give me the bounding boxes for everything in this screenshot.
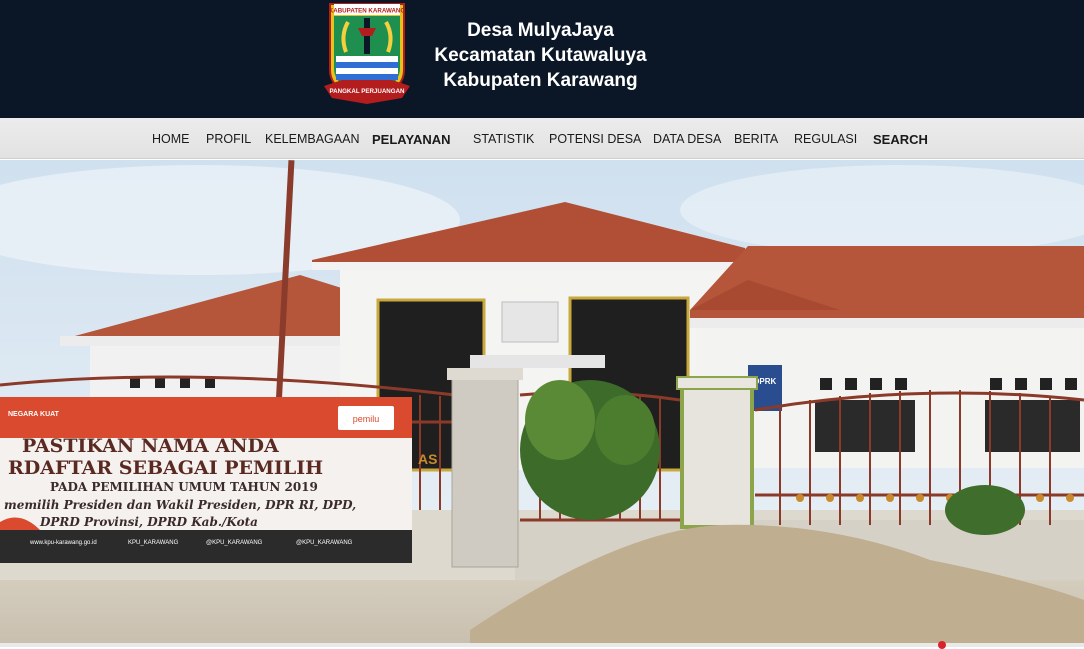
logo-top-text: KABUPATEN KARAWANG bbox=[329, 8, 406, 15]
banner-logo-right: pemilu bbox=[353, 414, 380, 424]
nav-potensi-desa[interactable]: POTENSI DESA bbox=[549, 118, 641, 159]
title-kabupaten: Kabupaten Karawang bbox=[443, 70, 638, 91]
nav-berita[interactable]: BERITA bbox=[734, 118, 778, 159]
bottom-strip bbox=[0, 643, 1084, 647]
nav-home[interactable]: HOME bbox=[152, 118, 190, 159]
banner-line3: PADA PEMILIHAN UMUM TAHUN 2019 bbox=[50, 480, 318, 494]
hero-image: DPRK NEGARA KUAT pemilu PASTIKAN NAMA AN… bbox=[0, 160, 1084, 647]
banner-line1: PASTIKAN NAMA ANDA bbox=[22, 435, 279, 457]
nav-data-desa[interactable]: DATA DESA bbox=[653, 118, 721, 159]
nav-search[interactable]: SEARCH bbox=[873, 118, 928, 159]
site-title: Desa MulyaJaya Kecamatan Kutawaluya Kabu… bbox=[418, 18, 663, 93]
nav-profil[interactable]: PROFIL bbox=[206, 118, 251, 159]
nav-pelayanan[interactable]: PELAYANAN bbox=[372, 118, 451, 159]
nav-kelembagaan[interactable]: KELEMBAGAAN bbox=[265, 118, 359, 159]
banner-footer-twitter: @KPU_KARAWANG bbox=[296, 540, 353, 546]
banner-footer-instagram: @KPU_KARAWANG bbox=[206, 540, 263, 546]
kabupaten-karawang-emblem-icon[interactable]: KABUPATEN KARAWANG PANGKAL PERJUANGAN bbox=[322, 0, 412, 106]
kpu-banner: NEGARA KUAT pemilu PASTIKAN NAMA ANDA RD… bbox=[0, 397, 412, 563]
title-desa: Desa MulyaJaya bbox=[467, 20, 614, 41]
wall-letters: AS bbox=[418, 451, 437, 467]
banner-line5: DPRD Provinsi, DPRD Kab./Kota bbox=[39, 515, 258, 529]
logo-ribbon-text: PANGKAL PERJUANGAN bbox=[329, 88, 405, 95]
banner-footer-facebook: KPU_KARAWANG bbox=[128, 540, 179, 546]
banner-logo-left: NEGARA KUAT bbox=[8, 411, 60, 418]
banner-line2: RDAFTAR SEBAGAI PEMILIH bbox=[8, 457, 323, 479]
village-office-photo: DPRK NEGARA KUAT pemilu PASTIKAN NAMA AN… bbox=[0, 160, 1084, 647]
banner-line4: memilih Presiden dan Wakil Presiden, DPR… bbox=[4, 498, 356, 512]
banner-footer-web: www.kpu-karawang.go.id bbox=[29, 540, 97, 546]
site-header: KABUPATEN KARAWANG PANGKAL PERJUANGAN De… bbox=[0, 0, 1084, 118]
title-kecamatan: Kecamatan Kutawaluya bbox=[434, 45, 647, 66]
nav-statistik[interactable]: STATISTIK bbox=[473, 118, 534, 159]
slider-dot-icon[interactable] bbox=[938, 641, 946, 649]
nav-regulasi[interactable]: REGULASI bbox=[794, 118, 857, 159]
main-nav: HOME PROFIL KELEMBAGAAN PELAYANAN STATIS… bbox=[0, 118, 1084, 159]
